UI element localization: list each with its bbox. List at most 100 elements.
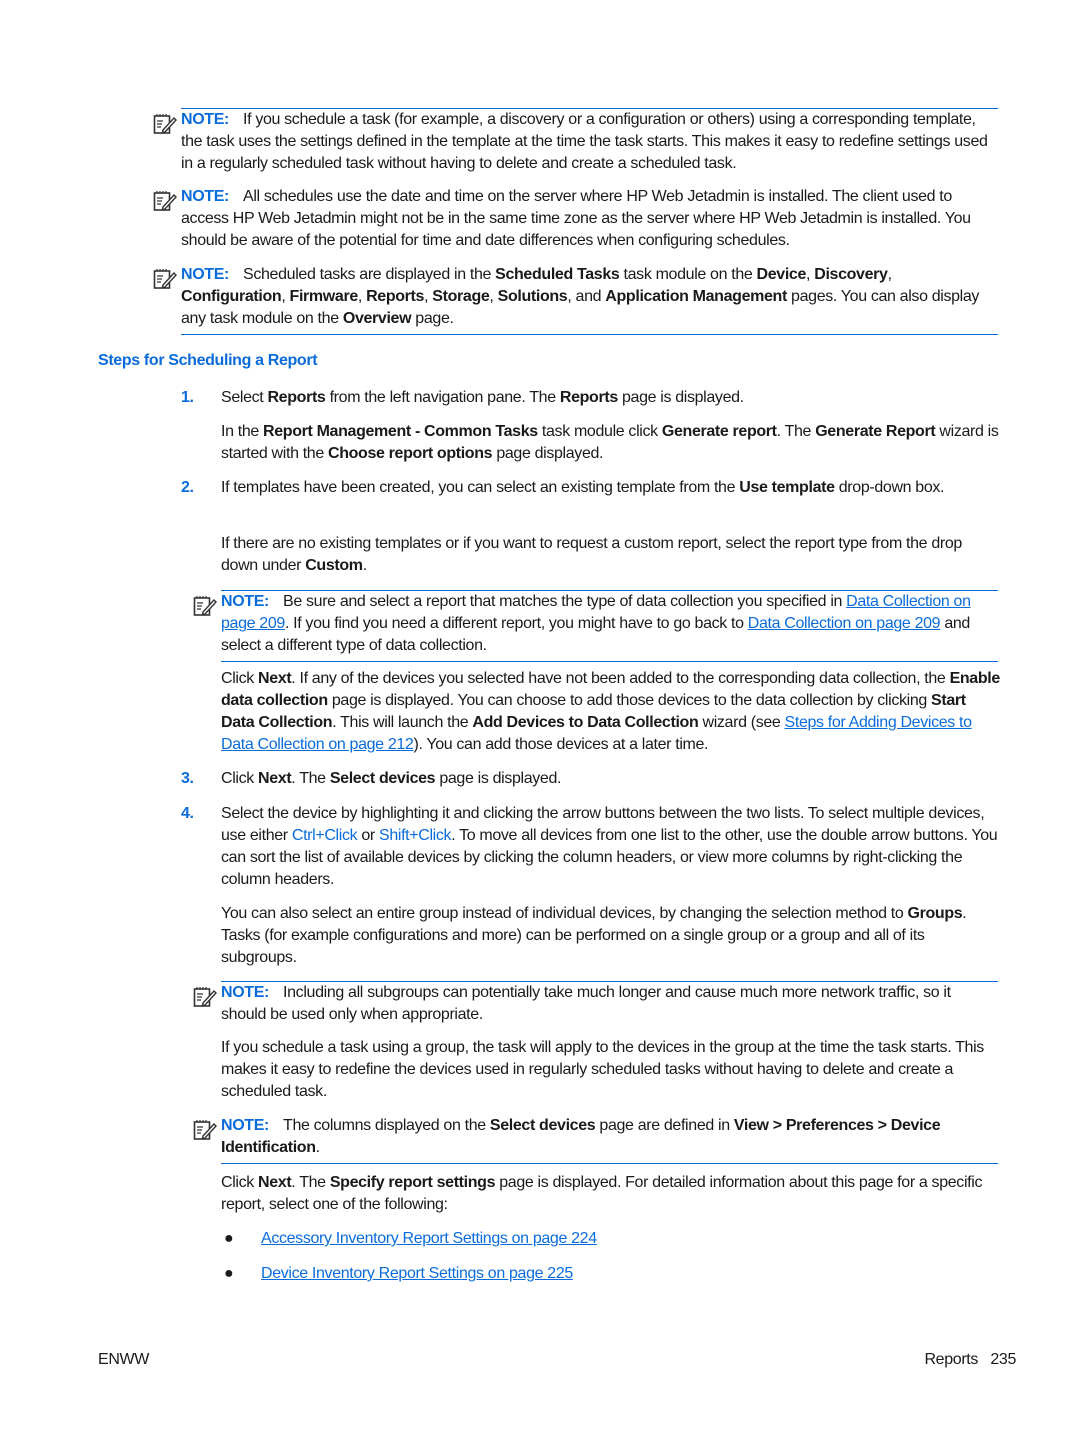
text: ). You can add those devices at a later …	[413, 736, 709, 753]
text: wizard (see	[698, 714, 785, 731]
text: task module click	[537, 423, 662, 440]
bold-term: Choose report options	[328, 445, 493, 462]
bold-term: Select devices	[329, 770, 436, 787]
note-text: All schedules use the date and time on t…	[181, 188, 971, 249]
text: If you schedule a task using a group, th…	[221, 1039, 984, 1100]
text: task module on the	[619, 266, 757, 283]
step-1-detail: In the Report Management - Common Tasks …	[221, 421, 1001, 465]
footer-section: Reports	[924, 1351, 979, 1368]
accessory-inventory-link[interactable]: Accessory Inventory Report Settings on p…	[261, 1228, 597, 1250]
text: Click	[221, 770, 259, 787]
document-page: NOTE: If you schedule a task (for example…	[0, 0, 1080, 1437]
text: . The	[776, 423, 816, 440]
step-2-detail: If there are no existing templates or if…	[221, 533, 1001, 577]
note-label: NOTE:	[221, 1117, 270, 1134]
bold-term: Groups	[907, 905, 963, 922]
bold-term: Firmware	[289, 288, 359, 305]
text: page is displayed.	[435, 770, 562, 787]
text: . The	[291, 1174, 330, 1191]
footer-left: ENWW	[98, 1351, 150, 1368]
text: In the	[221, 423, 264, 440]
bold-term: Overview	[342, 310, 412, 327]
note-icon	[193, 1119, 217, 1141]
text: ,	[357, 288, 367, 305]
text: page is displayed. You can choose to add…	[327, 692, 932, 709]
bold-term: Select devices	[489, 1117, 596, 1134]
note-label: NOTE:	[181, 111, 230, 128]
text: ,	[806, 266, 815, 283]
text: ,	[489, 288, 498, 305]
bold-term: Solutions	[497, 288, 568, 305]
note-1: NOTE: If you schedule a task (for example…	[181, 108, 998, 179]
keyboard-shortcut: Shift+Click	[379, 827, 452, 844]
bold-term: Discovery	[814, 266, 888, 283]
text: You can also select an entire group inst…	[221, 905, 908, 922]
text: Click	[221, 670, 259, 687]
text: page displayed.	[492, 445, 604, 462]
text: from the left navigation pane. The	[325, 389, 560, 406]
bold-term: Next	[258, 770, 292, 787]
bullet-icon: ●	[224, 1230, 234, 1247]
text: .	[362, 557, 367, 574]
bold-term: Custom	[305, 557, 363, 574]
text: , and	[567, 288, 606, 305]
text: page is displayed.	[617, 389, 744, 406]
note-5: NOTE: Including all subgroups can potenti…	[221, 981, 998, 1030]
bold-term: Use template	[739, 479, 835, 496]
bold-term: Reports	[366, 288, 425, 305]
text: Scheduled tasks are displayed in the	[243, 266, 496, 283]
bold-term: Add Devices to Data Collection	[472, 714, 699, 731]
bold-term: Next	[258, 670, 292, 687]
text: . If any of the devices you selected hav…	[291, 670, 950, 687]
device-inventory-link[interactable]: Device Inventory Report Settings on page…	[261, 1263, 573, 1285]
data-collection-link[interactable]: Data Collection on page 209	[748, 615, 941, 632]
step-3-text: Click Next. The Select devices page is d…	[221, 768, 1001, 790]
step-4-group-schedule: If you schedule a task using a group, th…	[221, 1037, 1001, 1103]
step-4-text: Select the device by highlighting it and…	[221, 803, 1001, 891]
bold-term: Specify report settings	[329, 1174, 496, 1191]
keyboard-shortcut: Ctrl+Click	[291, 827, 358, 844]
note-icon	[193, 986, 217, 1008]
text: . If you find you need a different repor…	[284, 615, 748, 632]
bold-term: Next	[258, 1174, 292, 1191]
bullet-icon: ●	[224, 1265, 234, 1282]
note-4: NOTE: Be sure and select a report that ma…	[221, 590, 998, 662]
note-label: NOTE:	[221, 984, 270, 1001]
text: . This will launch the	[332, 714, 473, 731]
text: . The	[291, 770, 330, 787]
text: .	[315, 1139, 320, 1156]
text: Click	[221, 1174, 259, 1191]
note-icon	[153, 268, 177, 290]
bold-term: Generate Report	[815, 423, 936, 440]
step-number: 3.	[181, 770, 194, 787]
note-2: NOTE: All schedules use the date and time…	[181, 186, 998, 256]
step-number: 4.	[181, 805, 194, 822]
step-number: 2.	[181, 479, 194, 496]
bold-term: Report Management - Common Tasks	[263, 423, 538, 440]
text: drop-down box.	[834, 479, 945, 496]
text: The columns displayed on the	[283, 1117, 490, 1134]
bold-term: Scheduled Tasks	[495, 266, 620, 283]
step-4-groups: You can also select an entire group inst…	[221, 903, 1001, 969]
bold-term: Application Management	[605, 288, 787, 305]
text: ,	[887, 266, 892, 283]
note-text: If you schedule a task (for example, a d…	[181, 111, 988, 172]
note-icon	[193, 595, 217, 617]
footer-right: Reports 235	[924, 1349, 1016, 1371]
text: If templates have been created, you can …	[221, 479, 740, 496]
note-label: NOTE:	[181, 188, 230, 205]
bold-term: Configuration	[181, 288, 282, 305]
note-3: NOTE: Scheduled tasks are displayed in th…	[181, 264, 998, 335]
bold-term: Storage	[432, 288, 490, 305]
note-icon	[153, 113, 177, 135]
step-1-text: Select Reports from the left navigation …	[221, 387, 1001, 409]
step-2-text: If templates have been created, you can …	[221, 477, 1001, 499]
note-text: Including all subgroups can potentially …	[221, 984, 951, 1023]
text: page.	[411, 310, 454, 327]
bold-term: Device	[756, 266, 807, 283]
text: Select	[221, 389, 268, 406]
bold-term: Reports	[267, 389, 326, 406]
note-icon	[153, 190, 177, 212]
text: or	[357, 827, 379, 844]
text: Be sure and select a report that matches…	[283, 593, 847, 610]
